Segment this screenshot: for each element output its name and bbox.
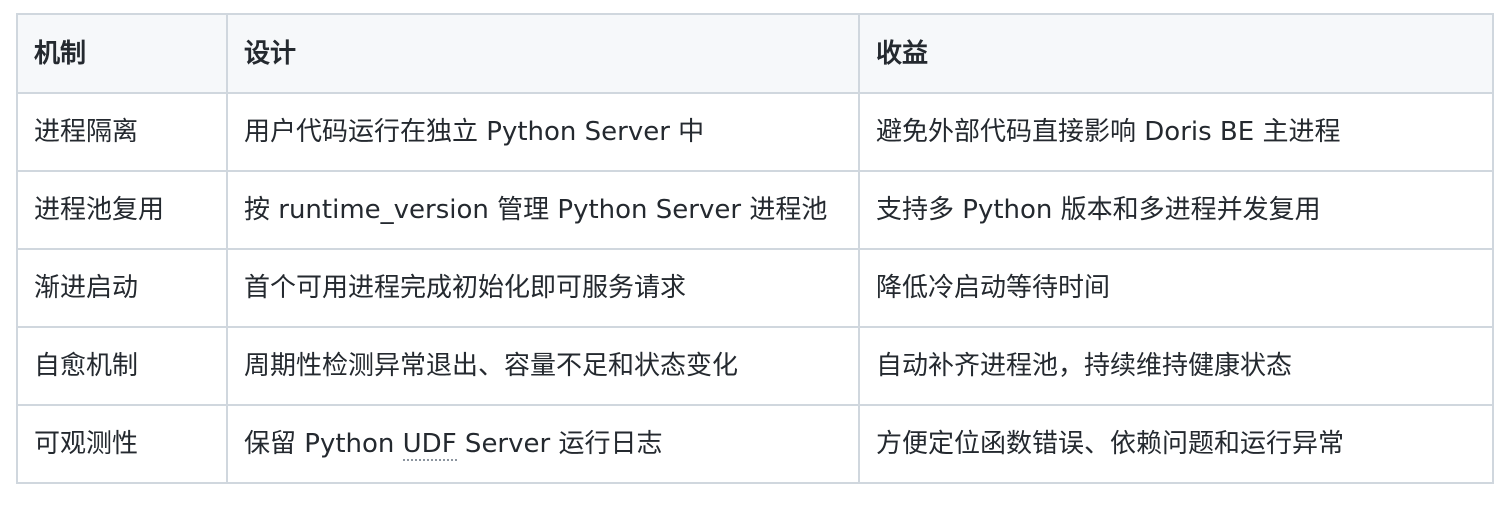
cell-design: 保留 Python UDF Server 运行日志 <box>226 404 860 484</box>
cell-design: 按 runtime_version 管理 Python Server 进程池 <box>226 170 860 250</box>
header-design: 设计 <box>226 13 860 94</box>
cell-benefit: 降低冷启动等待时间 <box>858 248 1494 328</box>
cell-mechanism: 渐进启动 <box>16 248 228 328</box>
cell-mechanism: 进程隔离 <box>16 92 228 172</box>
cell-mechanism: 自愈机制 <box>16 326 228 406</box>
udf-abbreviation[interactable]: UDF <box>402 429 457 461</box>
table-row: 进程隔离 用户代码运行在独立 Python Server 中 避免外部代码直接影… <box>16 92 1494 172</box>
cell-design: 首个可用进程完成初始化即可服务请求 <box>226 248 860 328</box>
cell-mechanism: 可观测性 <box>16 404 228 484</box>
design-text-before: 保留 Python <box>244 429 403 459</box>
cell-benefit: 自动补齐进程池，持续维持健康状态 <box>858 326 1494 406</box>
cell-design: 用户代码运行在独立 Python Server 中 <box>226 92 860 172</box>
table-row: 进程池复用 按 runtime_version 管理 Python Server… <box>16 170 1494 250</box>
cell-design: 周期性检测异常退出、容量不足和状态变化 <box>226 326 860 406</box>
table-row: 可观测性 保留 Python UDF Server 运行日志 方便定位函数错误、… <box>16 404 1494 484</box>
header-benefit: 收益 <box>858 13 1494 94</box>
cell-benefit: 支持多 Python 版本和多进程并发复用 <box>858 170 1494 250</box>
table-row: 渐进启动 首个可用进程完成初始化即可服务请求 降低冷启动等待时间 <box>16 248 1494 328</box>
cell-benefit: 避免外部代码直接影响 Doris BE 主进程 <box>858 92 1494 172</box>
design-text-after: Server 运行日志 <box>456 429 663 459</box>
table-row: 自愈机制 周期性检测异常退出、容量不足和状态变化 自动补齐进程池，持续维持健康状… <box>16 326 1494 406</box>
header-mechanism: 机制 <box>16 13 228 94</box>
cell-mechanism: 进程池复用 <box>16 170 228 250</box>
mechanism-table: 机制 设计 收益 进程隔离 用户代码运行在独立 Python Server 中 … <box>16 13 1494 484</box>
table-header-row: 机制 设计 收益 <box>16 13 1494 94</box>
cell-benefit: 方便定位函数错误、依赖问题和运行异常 <box>858 404 1494 484</box>
